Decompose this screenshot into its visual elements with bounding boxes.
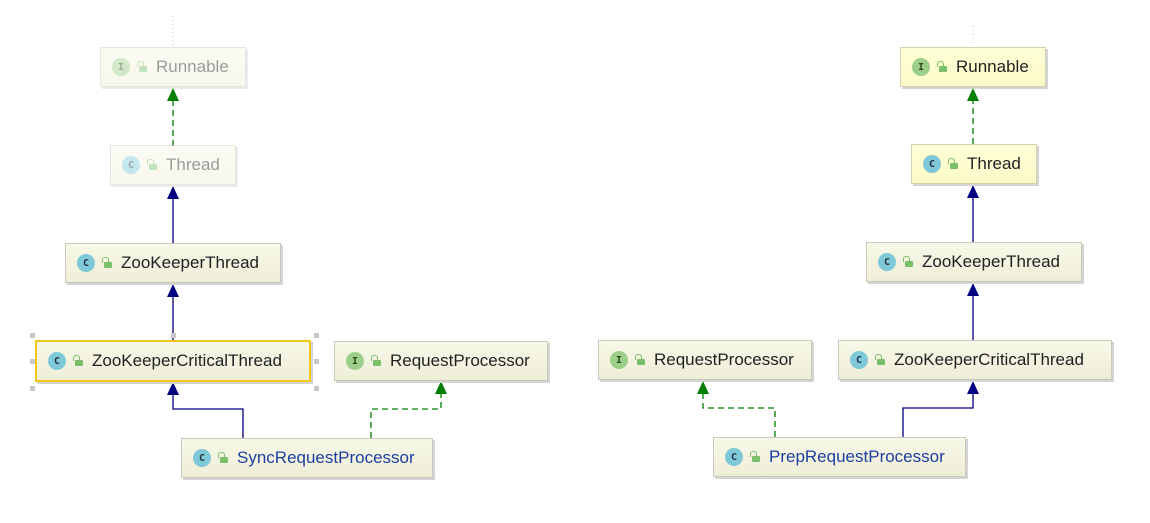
interface-icon: I — [346, 352, 364, 370]
public-lock-icon — [146, 159, 158, 171]
edge-prep-implements-requestprocessor — [697, 381, 776, 437]
class-node-sync-request-processor[interactable]: C SyncRequestProcessor — [181, 438, 433, 478]
resize-handle-ne[interactable] — [314, 333, 319, 338]
public-lock-icon — [749, 451, 761, 463]
interface-icon: I — [610, 351, 628, 369]
resize-handle-nw[interactable] — [30, 333, 35, 338]
edge-zkthread-extends-thread — [167, 186, 179, 243]
node-label: SyncRequestProcessor — [237, 448, 415, 467]
edge-zkthread-extends-thread — [967, 185, 979, 242]
class-icon: C — [77, 254, 95, 272]
edge-prep-extends-zkcritical — [902, 381, 979, 437]
edge-sync-implements-requestprocessor — [370, 381, 447, 438]
class-icon: C — [725, 448, 743, 466]
node-label: Runnable — [956, 57, 1029, 76]
node-label: ZooKeeperThread — [121, 253, 259, 272]
class-node-zookeeper-thread[interactable]: C ZooKeeperThread — [866, 242, 1082, 282]
node-label: ZooKeeperCriticalThread — [894, 350, 1084, 369]
edge-thread-implements-runnable — [967, 88, 979, 144]
class-node-thread[interactable]: C Thread — [911, 144, 1037, 184]
edge-zkcritical-extends-zkthread — [967, 283, 979, 340]
interface-node-request-processor[interactable]: I RequestProcessor — [598, 340, 812, 380]
class-node-zookeeper-thread[interactable]: C ZooKeeperThread — [65, 243, 281, 283]
interface-node-runnable[interactable]: I Runnable — [900, 47, 1046, 87]
class-icon: C — [878, 253, 896, 271]
resize-handle-w[interactable] — [30, 359, 35, 364]
class-icon: C — [193, 449, 211, 467]
public-lock-icon — [72, 355, 84, 367]
node-label: Thread — [166, 155, 220, 174]
node-label: RequestProcessor — [390, 351, 530, 370]
public-lock-icon — [217, 452, 229, 464]
class-node-runnable[interactable]: I Runnable — [100, 47, 246, 87]
resize-handle-n[interactable] — [171, 333, 176, 338]
class-icon: C — [923, 155, 941, 173]
interface-icon: I — [912, 58, 930, 76]
class-node-thread[interactable]: C Thread — [110, 145, 236, 185]
node-label: Thread — [967, 154, 1021, 173]
interface-node-request-processor[interactable]: I RequestProcessor — [334, 341, 548, 381]
public-lock-icon — [634, 354, 646, 366]
class-icon: C — [122, 156, 140, 174]
public-lock-icon — [902, 256, 914, 268]
class-icon: C — [48, 352, 66, 370]
class-node-prep-request-processor[interactable]: C PrepRequestProcessor — [713, 437, 966, 477]
node-label: ZooKeeperThread — [922, 252, 1060, 271]
node-label: Runnable — [156, 57, 229, 76]
node-label: PrepRequestProcessor — [769, 447, 945, 466]
public-lock-icon — [947, 158, 959, 170]
class-node-zookeeper-critical-thread[interactable]: C ZooKeeperCriticalThread — [838, 340, 1112, 380]
public-lock-icon — [874, 354, 886, 366]
public-lock-icon — [136, 61, 148, 73]
node-label: RequestProcessor — [654, 350, 794, 369]
interface-icon: I — [112, 58, 130, 76]
resize-handle-sw[interactable] — [30, 386, 35, 391]
resize-handle-se[interactable] — [314, 386, 319, 391]
resize-handle-e[interactable] — [314, 359, 319, 364]
edge-sync-extends-zkcritical — [167, 382, 244, 438]
edge-thread-implements-runnable — [167, 88, 179, 146]
public-lock-icon — [370, 355, 382, 367]
class-icon: C — [850, 351, 868, 369]
public-lock-icon — [936, 61, 948, 73]
node-label: ZooKeeperCriticalThread — [92, 351, 282, 370]
edge-zkcritical-extends-zkthread — [167, 284, 179, 340]
public-lock-icon — [101, 257, 113, 269]
class-node-zookeeper-critical-thread[interactable]: C ZooKeeperCriticalThread — [35, 340, 311, 382]
